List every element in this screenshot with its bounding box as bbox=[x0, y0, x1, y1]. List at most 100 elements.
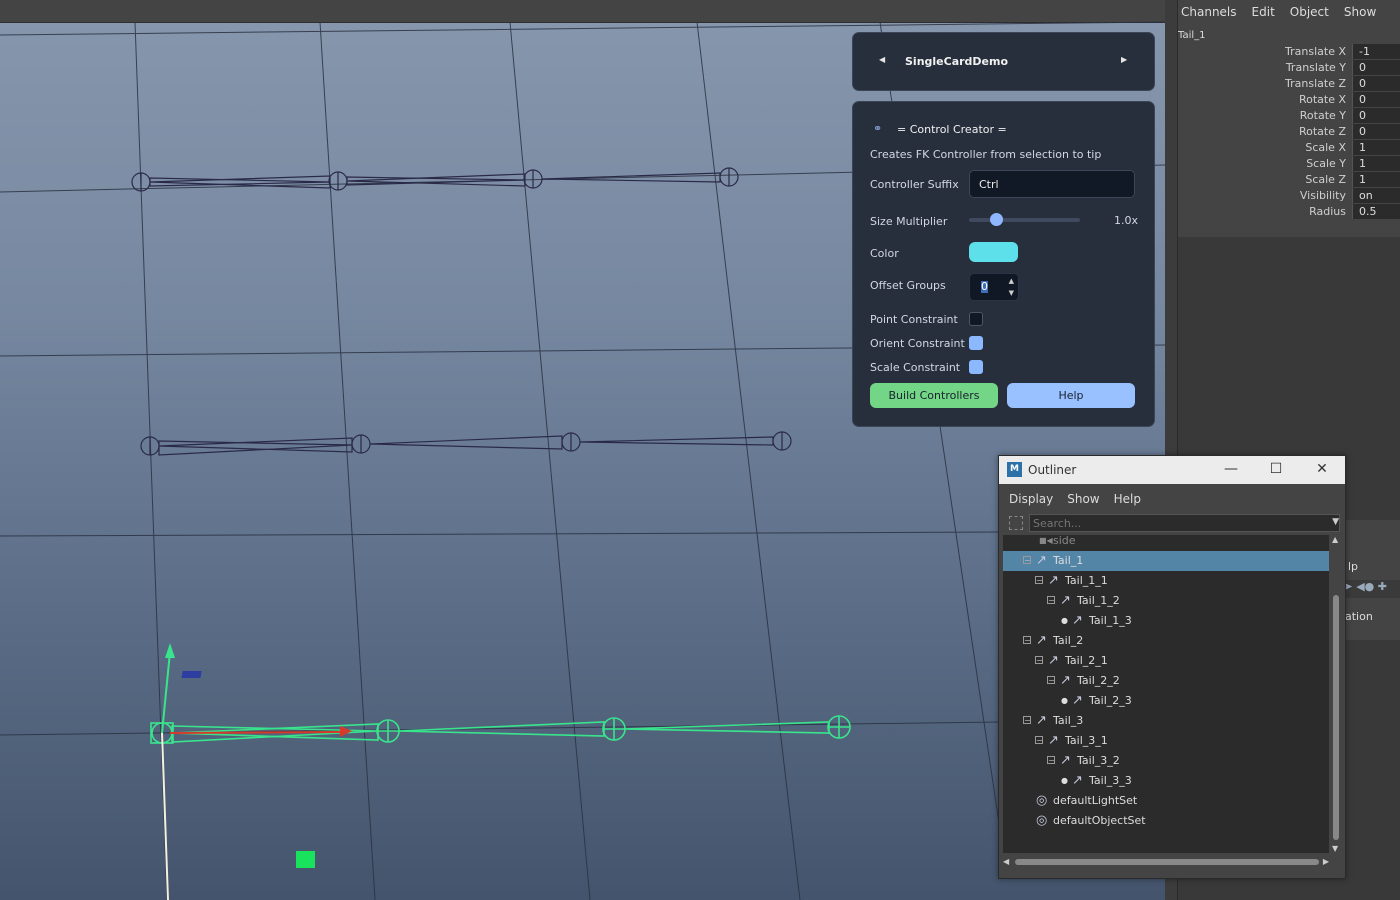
attribute-row[interactable]: Translate Y 0 bbox=[1178, 60, 1400, 76]
attribute-value-field[interactable]: 1 bbox=[1352, 156, 1400, 171]
scale-constraint-checkbox[interactable] bbox=[969, 360, 983, 374]
attribute-value-field[interactable]: 0 bbox=[1352, 60, 1400, 75]
collapse-icon[interactable]: − bbox=[1047, 676, 1055, 685]
filter-icon[interactable] bbox=[1009, 516, 1023, 530]
control-creator-panel: ⚭ = Control Creator = Creates FK Control… bbox=[852, 101, 1155, 427]
controller-suffix-input[interactable] bbox=[969, 170, 1135, 198]
attribute-row[interactable]: Translate X -1 bbox=[1178, 44, 1400, 60]
menu-channels[interactable]: Channels bbox=[1181, 5, 1237, 19]
outliner-vertical-scrollbar[interactable]: ▲ ▼ bbox=[1331, 535, 1341, 853]
point-constraint-checkbox[interactable] bbox=[969, 312, 983, 326]
card-navigator: ◀ SingleCardDemo ▶ bbox=[852, 32, 1155, 91]
outliner-item[interactable]: − ↗ Tail_1 bbox=[1003, 551, 1329, 571]
spin-up-icon[interactable]: ▲ bbox=[1009, 277, 1014, 285]
scrollbar-thumb[interactable] bbox=[1015, 859, 1319, 865]
attribute-value-field[interactable]: on bbox=[1352, 188, 1400, 203]
outliner-item[interactable]: − ↗ Tail_3_1 bbox=[1003, 731, 1329, 751]
orient-constraint-checkbox[interactable] bbox=[969, 336, 983, 350]
collapse-icon[interactable]: − bbox=[1023, 716, 1031, 725]
attribute-value-field[interactable]: 0 bbox=[1352, 108, 1400, 123]
attribute-row[interactable]: Rotate Z 0 bbox=[1178, 124, 1400, 140]
scrollbar-thumb[interactable] bbox=[1333, 595, 1339, 840]
outliner-item[interactable]: ● ↗ Tail_3_3 bbox=[1003, 771, 1329, 791]
set-icon: ◎ bbox=[1036, 793, 1048, 808]
collapse-icon[interactable]: − bbox=[1023, 636, 1031, 645]
attribute-row[interactable]: Scale Z 1 bbox=[1178, 172, 1400, 188]
attribute-label: Scale Z bbox=[1305, 173, 1346, 186]
attribute-value-field[interactable]: 0 bbox=[1352, 92, 1400, 107]
attribute-value-field[interactable]: 1 bbox=[1352, 140, 1400, 155]
attribute-value-field[interactable]: 0 bbox=[1352, 76, 1400, 91]
scroll-up-icon[interactable]: ▲ bbox=[1332, 535, 1338, 544]
outliner-item[interactable]: − ↗ Tail_3_2 bbox=[1003, 751, 1329, 771]
joint-icon: ↗ bbox=[1060, 593, 1071, 608]
attribute-row[interactable]: Visibility on bbox=[1178, 188, 1400, 204]
collapse-icon[interactable]: − bbox=[1035, 736, 1043, 745]
close-icon[interactable]: ✕ bbox=[1312, 461, 1332, 477]
outliner-item[interactable]: ● ↗ Tail_2_3 bbox=[1003, 691, 1329, 711]
layer-tab-fragment[interactable]: ation bbox=[1345, 610, 1373, 623]
menu-show[interactable]: Show bbox=[1067, 492, 1099, 506]
collapse-icon[interactable]: − bbox=[1035, 656, 1043, 665]
outliner-item[interactable]: ■◀ side bbox=[1003, 535, 1329, 551]
viewport-3d[interactable]: ◀ SingleCardDemo ▶ ⚭ = Control Creator =… bbox=[0, 0, 1165, 900]
attribute-row[interactable]: Rotate Y 0 bbox=[1178, 108, 1400, 124]
outliner-item-label: Tail_3_2 bbox=[1077, 754, 1120, 767]
spin-down-icon[interactable]: ▼ bbox=[1009, 289, 1014, 297]
attribute-row[interactable]: Translate Z 0 bbox=[1178, 76, 1400, 92]
search-dropdown-icon[interactable]: ▼ bbox=[1332, 517, 1339, 527]
color-swatch[interactable] bbox=[969, 242, 1018, 262]
menu-display[interactable]: Display bbox=[1009, 492, 1053, 506]
slider-handle[interactable] bbox=[989, 213, 1003, 226]
attribute-value-field[interactable]: -1 bbox=[1352, 44, 1400, 59]
outliner-item[interactable]: − ↗ Tail_2_1 bbox=[1003, 651, 1329, 671]
collapse-icon[interactable]: − bbox=[1035, 576, 1043, 585]
outliner-item[interactable]: − ↗ Tail_2 bbox=[1003, 631, 1329, 651]
outliner-item[interactable]: − ↗ Tail_1_1 bbox=[1003, 571, 1329, 591]
outliner-item[interactable]: − ↗ Tail_3 bbox=[1003, 711, 1329, 731]
menu-edit[interactable]: Edit bbox=[1252, 5, 1275, 19]
layer-toolbar-icons[interactable]: ➤ ◀● ✚ bbox=[1340, 580, 1400, 598]
next-card-icon[interactable]: ▶ bbox=[1121, 55, 1127, 64]
joint-icon: ↗ bbox=[1036, 633, 1047, 648]
offset-groups-spinner[interactable]: 0 ▲ ▼ bbox=[969, 273, 1019, 301]
attribute-row[interactable]: Scale X 1 bbox=[1178, 140, 1400, 156]
outliner-item[interactable]: ◎ defaultObjectSet bbox=[1003, 811, 1329, 831]
maximize-icon[interactable]: ☐ bbox=[1266, 461, 1286, 477]
outliner-item[interactable]: − ↗ Tail_2_2 bbox=[1003, 671, 1329, 691]
outliner-item[interactable]: ● ↗ Tail_1_3 bbox=[1003, 611, 1329, 631]
outliner-item[interactable]: ◎ defaultLightSet bbox=[1003, 791, 1329, 811]
offset-groups-value[interactable]: 0 bbox=[981, 281, 988, 293]
attribute-value-field[interactable]: 1 bbox=[1352, 172, 1400, 187]
minimize-icon[interactable]: — bbox=[1221, 461, 1241, 477]
attribute-value-field[interactable]: 0.5 bbox=[1352, 204, 1400, 219]
attribute-row[interactable]: Scale Y 1 bbox=[1178, 156, 1400, 172]
help-menu-fragment[interactable]: lp bbox=[1348, 560, 1358, 573]
outliner-search-input[interactable] bbox=[1029, 514, 1340, 532]
collapse-icon[interactable]: − bbox=[1047, 756, 1055, 765]
outliner-horizontal-scrollbar[interactable]: ◀ ▶ bbox=[1003, 856, 1329, 868]
scroll-left-icon[interactable]: ◀ bbox=[1003, 857, 1009, 866]
attribute-row[interactable]: Radius 0.5 bbox=[1178, 204, 1400, 220]
link-icon: ⚭ bbox=[873, 122, 883, 135]
scroll-down-icon[interactable]: ▼ bbox=[1332, 844, 1338, 853]
menu-show[interactable]: Show bbox=[1344, 5, 1376, 19]
attribute-label: Rotate X bbox=[1298, 93, 1346, 106]
build-controllers-button[interactable]: Build Controllers bbox=[870, 383, 998, 408]
size-multiplier-slider[interactable] bbox=[969, 213, 1080, 226]
menu-help[interactable]: Help bbox=[1114, 492, 1141, 506]
outliner-item-label: Tail_2_2 bbox=[1077, 674, 1120, 687]
collapse-icon[interactable]: − bbox=[1023, 556, 1031, 565]
attribute-label: Translate Y bbox=[1285, 61, 1346, 74]
attribute-row[interactable]: Rotate X 0 bbox=[1178, 92, 1400, 108]
outliner-item[interactable]: − ↗ Tail_1_2 bbox=[1003, 591, 1329, 611]
menu-object[interactable]: Object bbox=[1290, 5, 1329, 19]
outliner-item-label: Tail_3 bbox=[1053, 714, 1084, 727]
help-button[interactable]: Help bbox=[1007, 383, 1135, 408]
scroll-right-icon[interactable]: ▶ bbox=[1323, 857, 1329, 866]
collapse-icon[interactable]: − bbox=[1047, 596, 1055, 605]
outliner-titlebar[interactable]: M Outliner — ☐ ✕ bbox=[999, 456, 1345, 484]
outliner-item-label: Tail_2 bbox=[1053, 634, 1084, 647]
prev-card-icon[interactable]: ◀ bbox=[879, 55, 885, 64]
attribute-value-field[interactable]: 0 bbox=[1352, 124, 1400, 139]
